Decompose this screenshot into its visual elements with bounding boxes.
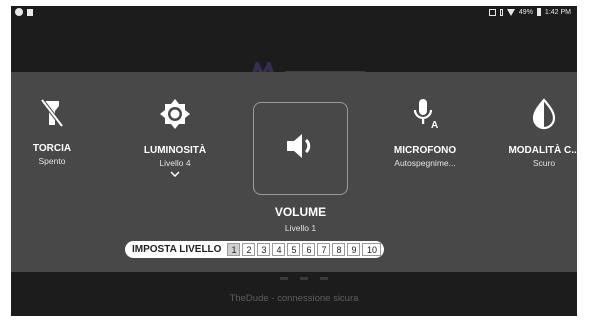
tile-flashlight[interactable]: TORCIA Spento [24,98,80,166]
tile-brightness[interactable]: LUMINOSITÀ Livello 4 [135,98,215,177]
quick-settings-panel: TORCIA Spento LUMINOSITÀ Livello 4 VOLUM… [11,72,577,272]
contrast-icon [532,98,556,130]
clock: 1:42 PM [544,8,571,16]
microphone-icon: A [413,99,438,130]
tile-volume[interactable] [253,102,348,195]
status-bar: 49% 1:42 PM [11,6,577,19]
tile-label: VOLUME [274,205,327,219]
level-option-8[interactable]: 8 [332,243,346,256]
level-option-3[interactable]: 3 [257,243,271,256]
background-footer-text: TheDude - connessione sicura [229,293,359,304]
tile-status: Spento [38,156,66,166]
tile-label: MICROFONO [393,145,457,156]
notification-dot-icon [15,8,23,16]
flashlight-off-icon [40,98,64,128]
battery-percent: 49% [518,8,533,16]
level-selector-label: IMPOSTA LIVELLO [132,244,222,255]
tile-microphone[interactable]: A MICROFONO Autospegnime... [383,98,467,168]
tile-label: TORCIA [32,143,72,154]
level-option-5[interactable]: 5 [287,243,301,256]
brightness-icon [160,99,190,129]
level-option-9[interactable]: 9 [347,243,361,256]
level-selector: IMPOSTA LIVELLO 1 2 3 4 5 6 7 8 9 10 [125,241,385,258]
level-option-6[interactable]: 6 [302,243,316,256]
level-option-1[interactable]: 1 [227,243,241,256]
wifi-icon [506,8,515,16]
level-option-2[interactable]: 2 [242,243,256,256]
chevron-down-icon[interactable] [170,171,180,177]
level-option-10[interactable]: 10 [362,243,382,256]
level-option-7[interactable]: 7 [317,243,331,256]
tile-status: Autospegnime... [394,158,456,168]
tile-color-mode[interactable]: MODALITÀ C... Scuro [506,98,577,168]
tile-status: Livello 1 [284,223,317,233]
tile-label: LUMINOSITÀ [143,145,207,156]
device-screen: 49% 1:42 PM TORCIA Spento LUMINOSITÀ Liv… [11,6,577,316]
photo-icon [27,8,33,16]
nfc-icon [488,8,496,16]
tile-label: MODALITÀ C... [508,145,577,156]
tile-status: Scuro [532,158,556,168]
svg-text:A: A [431,120,438,130]
level-option-4[interactable]: 4 [272,243,286,256]
volume-icon [287,134,311,158]
tile-status: Livello 4 [159,158,191,168]
battery-icon [536,8,541,16]
background-icons [280,277,328,280]
status-bar-left [15,8,33,16]
status-bar-right: 49% 1:42 PM [488,8,571,16]
signal-icon [499,8,503,16]
